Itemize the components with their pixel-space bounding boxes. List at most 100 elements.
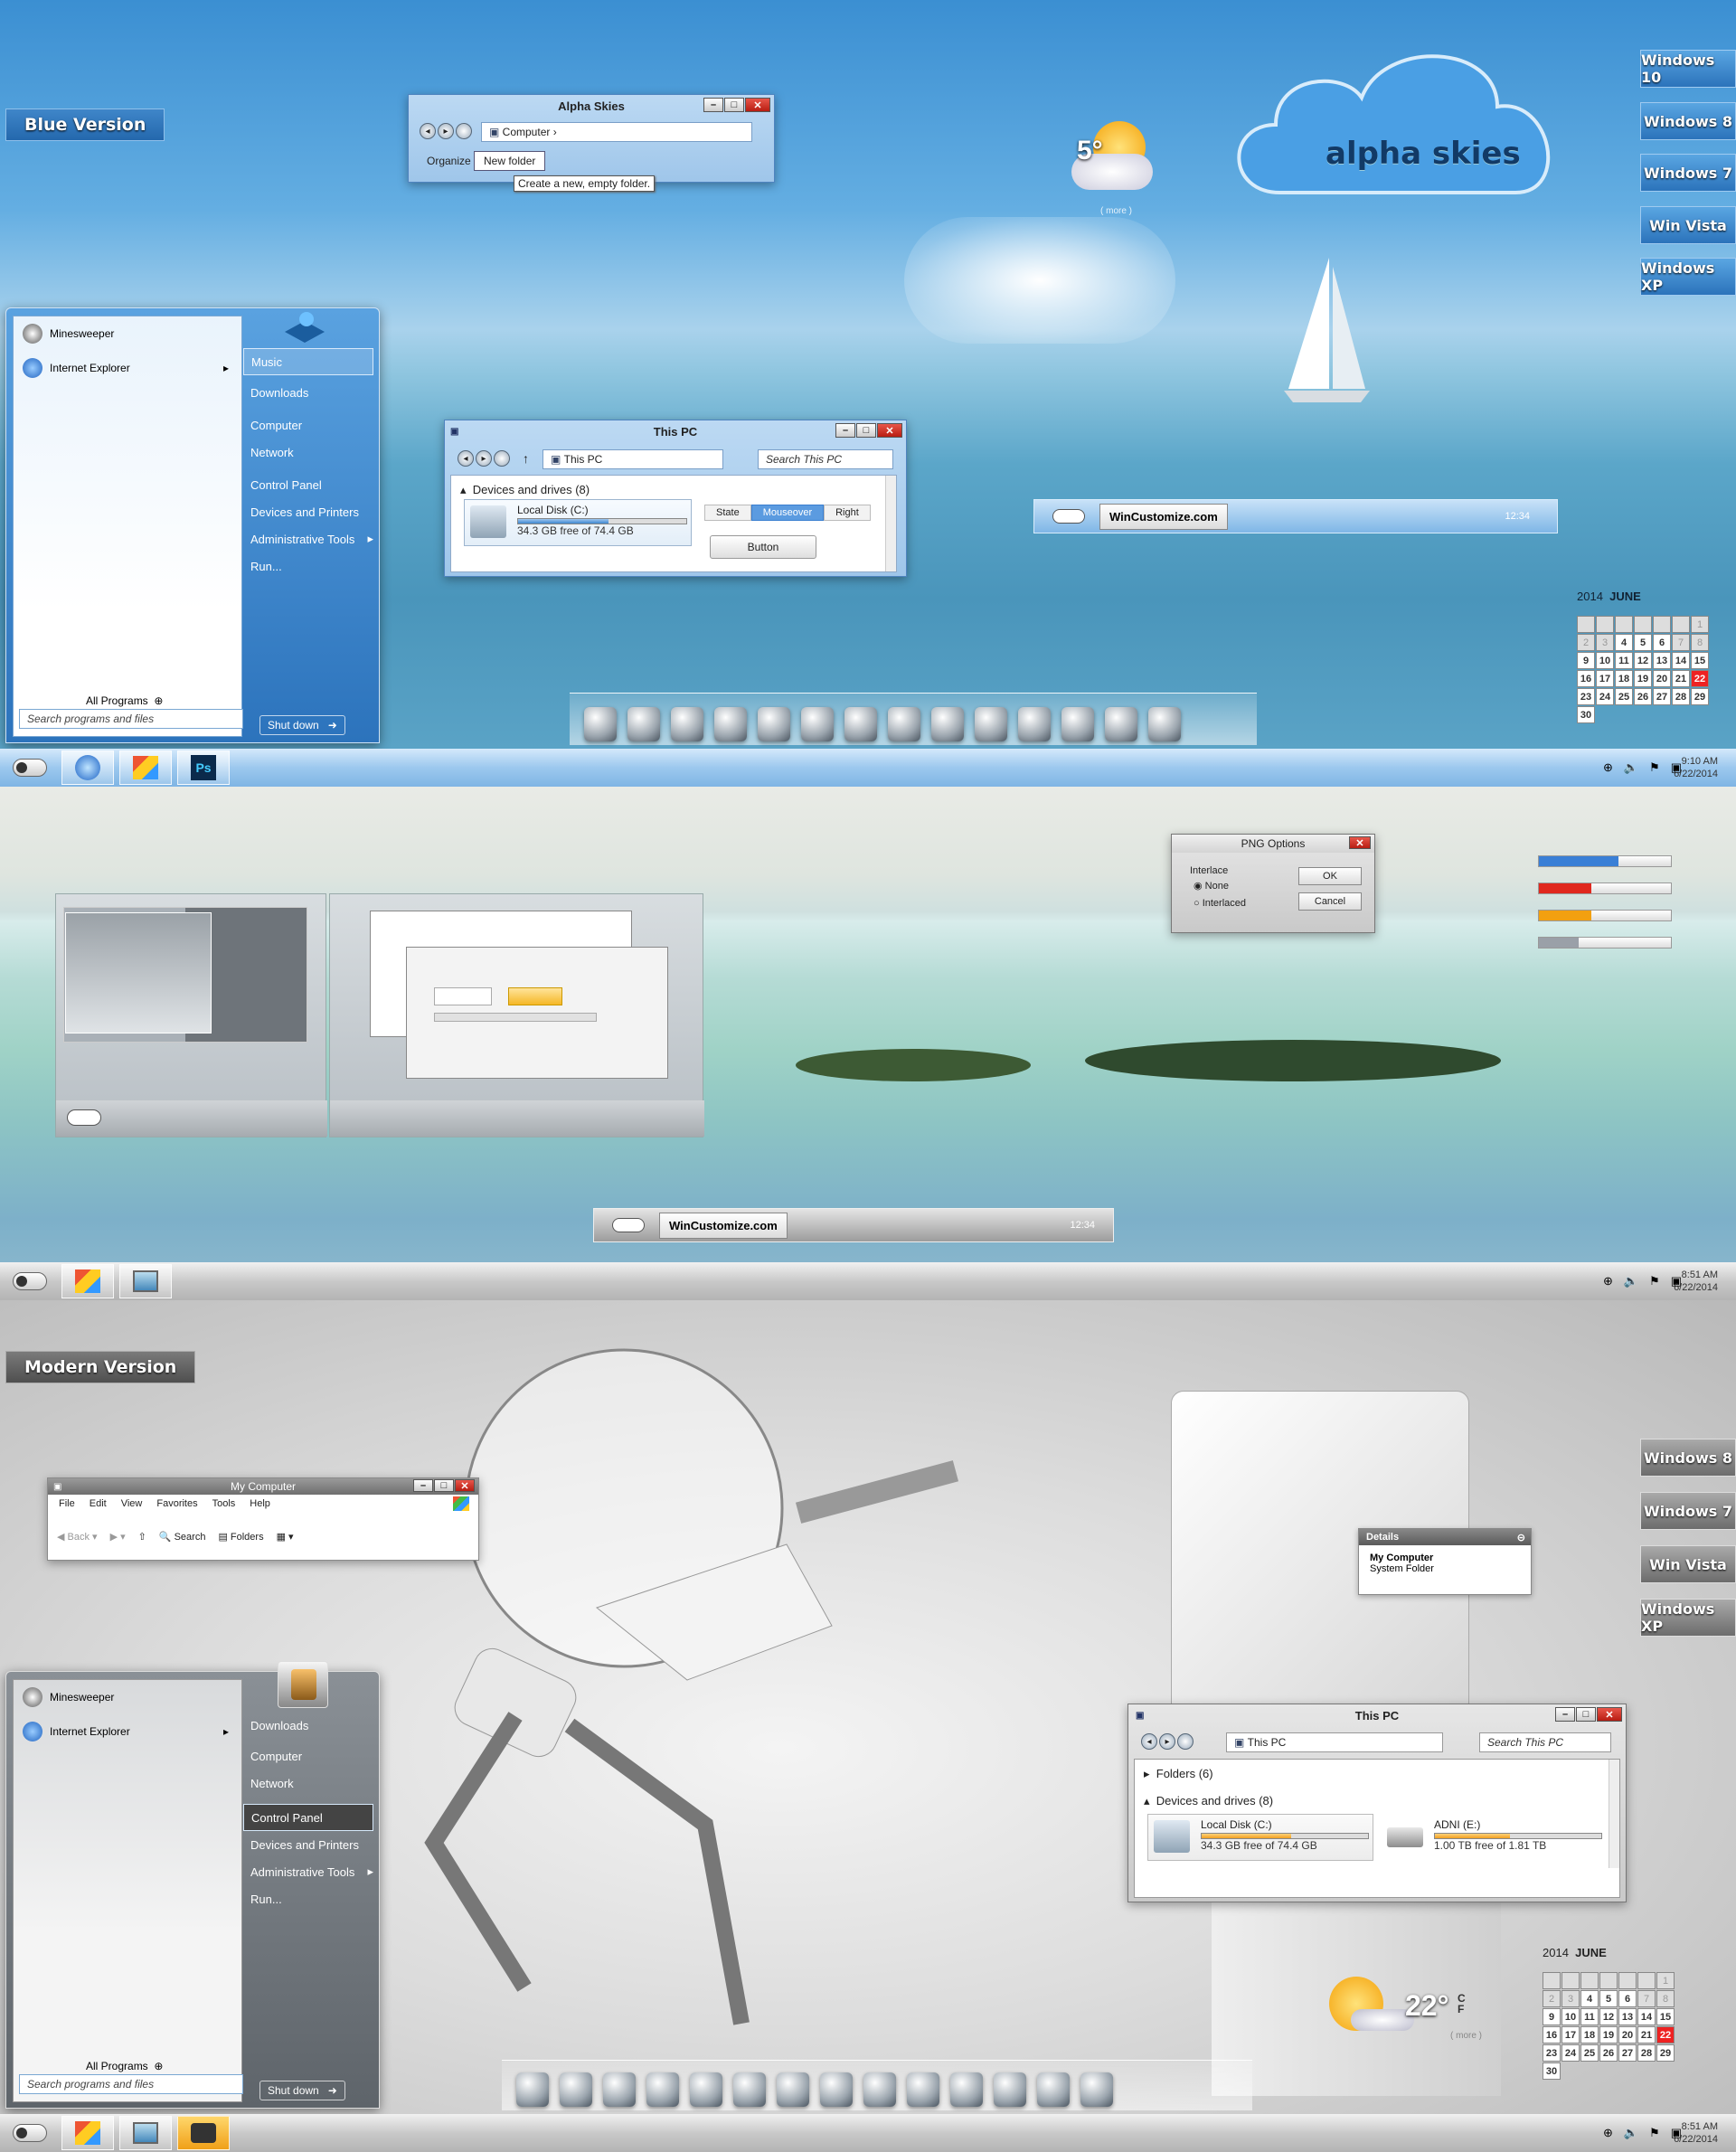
clock-icon[interactable] (714, 707, 747, 741)
clock-icon[interactable] (646, 2072, 679, 2107)
calendar-day[interactable]: 9 (1577, 652, 1595, 669)
toggle-icon[interactable] (1052, 509, 1085, 524)
menu-file[interactable]: File (59, 1498, 75, 1509)
magnifier-icon[interactable] (777, 2072, 809, 2107)
taskbar-photoshop[interactable]: Ps (177, 750, 230, 785)
drive-tile[interactable]: Local Disk (C:) 34.3 GB free of 74.4 GB (464, 499, 692, 546)
radio-none[interactable]: ◉ None (1194, 880, 1229, 892)
calendar-day[interactable]: 6 (1653, 634, 1671, 651)
sample-button[interactable]: Button (710, 535, 816, 559)
calendar-day[interactable]: 29 (1656, 2044, 1675, 2062)
calendar-day[interactable]: 24 (1561, 2044, 1580, 2062)
calendar-day[interactable]: 8 (1656, 1990, 1675, 2007)
os-button-win-vista[interactable]: Win Vista (1640, 1545, 1736, 1583)
up-folder-icon[interactable]: ⇧ (138, 1531, 146, 1543)
stopwatch-icon[interactable] (627, 707, 660, 741)
calendar-day[interactable]: 17 (1596, 670, 1614, 687)
calendar-day[interactable]: 4 (1615, 634, 1633, 651)
vertical-scrollbar[interactable] (885, 476, 896, 571)
start-item-computer[interactable]: Computer (243, 1742, 373, 1770)
calendar-day[interactable]: 10 (1596, 652, 1614, 669)
recent-icon[interactable] (494, 450, 510, 467)
start-item-run[interactable]: Run... (243, 1885, 373, 1912)
tab-right[interactable]: Right (824, 505, 871, 521)
nav-buttons[interactable]: ◂ ▸ (458, 450, 510, 467)
calendar-day[interactable]: 2 (1577, 634, 1595, 651)
start-item-music[interactable]: Music (243, 348, 373, 375)
search-input[interactable]: Search This PC (1479, 1732, 1611, 1752)
hover-button-sample[interactable] (508, 987, 562, 1005)
calendar-day[interactable]: 12 (1599, 2008, 1618, 2025)
folders-group-header[interactable]: ▸ Folders (6) (1144, 1767, 1213, 1781)
calendar-day[interactable]: 28 (1637, 2044, 1656, 2062)
start-search-input[interactable]: Search programs and files (19, 2074, 243, 2094)
calendar-day[interactable]: 7 (1672, 634, 1690, 651)
calendar-day[interactable]: 30 (1577, 706, 1595, 723)
maximize-button[interactable]: □ (434, 1479, 454, 1492)
network-icon[interactable]: ⊕ (1603, 760, 1613, 775)
volume-icon[interactable]: 🔈 (1624, 1274, 1638, 1288)
calendar-day[interactable]: 15 (1656, 2008, 1675, 2025)
all-programs[interactable]: All Programs ⊕ (86, 694, 163, 707)
os-button-windows-xp[interactable]: Windows XP (1640, 258, 1736, 296)
taskbar-clock[interactable]: 9:10 AM 6/22/2014 (1674, 755, 1718, 780)
tab-mouseover[interactable]: Mouseover (750, 505, 825, 521)
calendar-day[interactable]: 15 (1691, 652, 1709, 669)
calendar-day[interactable]: 10 (1561, 2008, 1580, 2025)
taskbar-explorer[interactable] (61, 2116, 114, 2150)
calculator-icon[interactable] (1105, 707, 1137, 741)
magnifier-icon[interactable] (844, 707, 877, 741)
calendar-day[interactable]: 3 (1561, 1990, 1580, 2007)
calendar-day[interactable]: 8 (1691, 634, 1709, 651)
recent-icon[interactable] (1177, 1733, 1194, 1750)
shutdown-button[interactable]: Shut down ➜ (259, 715, 345, 735)
phone-icon[interactable] (950, 2072, 983, 2107)
calendar-day[interactable]: 1 (1691, 616, 1709, 633)
maximize-button[interactable]: □ (724, 98, 744, 112)
calendar-day[interactable]: 5 (1634, 634, 1652, 651)
calendar-day[interactable]: 14 (1672, 652, 1690, 669)
start-item-control-panel[interactable]: Control Panel (243, 471, 373, 498)
nav-buttons[interactable]: ◂ ▸ (420, 123, 472, 139)
start-button[interactable] (13, 759, 47, 777)
pinned-minesweeper[interactable]: Minesweeper (14, 1680, 241, 1714)
trash-icon[interactable] (1080, 2072, 1113, 2107)
back-icon[interactable]: ◂ (458, 450, 474, 467)
start-item-network[interactable]: Network (243, 1770, 373, 1797)
calendar-day[interactable]: 26 (1634, 688, 1652, 705)
taskbar-clock[interactable]: 8:51 AM 6/22/2014 (1674, 1269, 1718, 1294)
calendar-day[interactable]: 5 (1599, 1990, 1618, 2007)
os-button-windows-8[interactable]: Windows 8 (1640, 1439, 1736, 1477)
volume-icon[interactable]: 🔈 (1624, 2126, 1638, 2140)
ok-button[interactable]: OK (1298, 867, 1362, 885)
calendar-day[interactable]: 28 (1672, 688, 1690, 705)
drive-tile-e[interactable]: ADNI (E:) 1.00 TB free of 1.81 TB (1381, 1814, 1607, 1861)
forward-icon[interactable]: ▸ (476, 450, 492, 467)
flag-icon[interactable]: ⚑ (1649, 760, 1660, 775)
calendar-day[interactable]: 24 (1596, 688, 1614, 705)
calendar-day[interactable]: 14 (1637, 2008, 1656, 2025)
wincustomize-label[interactable]: WinCustomize.com (1099, 503, 1228, 530)
search-input[interactable]: Search This PC (758, 449, 893, 469)
computer-icon[interactable] (584, 707, 617, 741)
phone-icon[interactable] (1018, 707, 1051, 741)
globe-search-icon[interactable] (888, 707, 920, 741)
network-icon[interactable]: ⊕ (1603, 2126, 1613, 2140)
os-button-windows-7[interactable]: Windows 7 (1640, 154, 1736, 192)
calendar-day[interactable]: 18 (1580, 2026, 1599, 2043)
views-button[interactable]: ▦ ▾ (277, 1531, 294, 1543)
calendar-day[interactable]: 27 (1618, 2044, 1637, 2062)
calendar-day[interactable]: 21 (1637, 2026, 1656, 2043)
user-picture[interactable] (278, 1661, 328, 1708)
calendar-day[interactable]: 11 (1580, 2008, 1599, 2025)
os-button-windows-10[interactable]: Windows 10 (1640, 50, 1736, 88)
recent-icon[interactable] (456, 123, 472, 139)
start-search-input[interactable]: Search programs and files (19, 709, 243, 729)
calendar-day[interactable]: 18 (1615, 670, 1633, 687)
calendar-day[interactable]: 7 (1637, 1990, 1656, 2007)
taskbar-camera[interactable] (177, 2116, 230, 2150)
calendar-day[interactable]: 3 (1596, 634, 1614, 651)
menu-tools[interactable]: Tools (212, 1498, 236, 1509)
calendar-day[interactable]: 19 (1599, 2026, 1618, 2043)
pinned-internet-explorer[interactable]: Internet Explorer ▸ (14, 351, 241, 385)
